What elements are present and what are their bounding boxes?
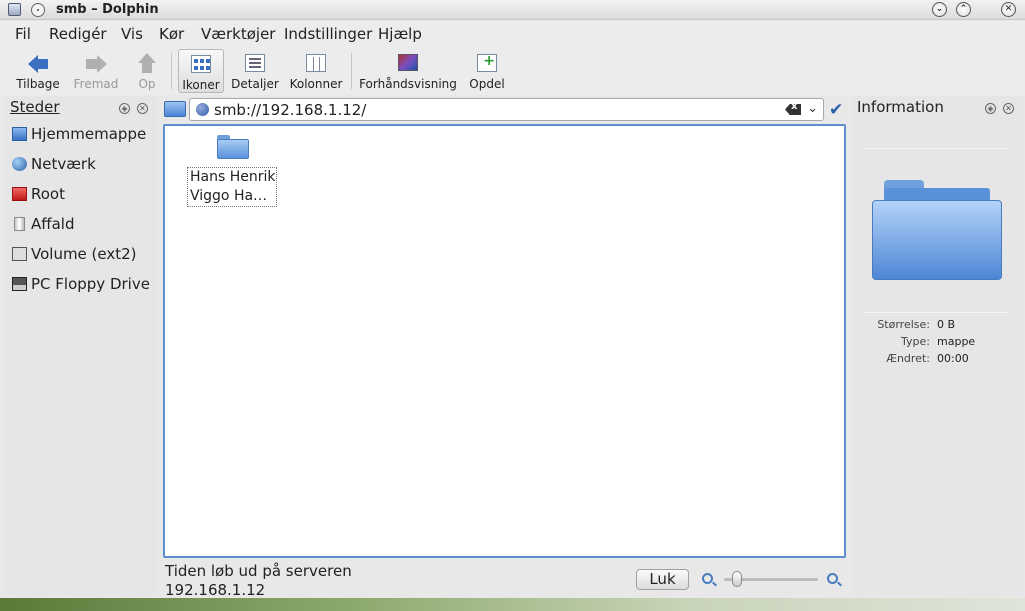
split-view-label: Opdel	[469, 77, 505, 91]
app-menu-icon[interactable]	[8, 3, 21, 16]
chevron-down-icon[interactable]: ⌄	[807, 101, 818, 116]
toolbar: Tilbage Fremad Op Ikoner Detaljer Kolonn…	[0, 47, 1025, 95]
columns-view-button[interactable]: Kolonner	[287, 49, 345, 93]
forward-label: Fremad	[73, 77, 119, 91]
information-panel: Information ◈ ✕ Størrelse: 0 B Type: mappe …	[852, 96, 1022, 596]
toolbar-separator	[171, 53, 172, 89]
location-folder-icon[interactable]	[164, 101, 186, 117]
details-view-button[interactable]: Detaljer	[229, 49, 281, 93]
icons-view-icon	[190, 54, 212, 76]
folder-item-label: Hans Henrik Viggo Ha…	[187, 167, 277, 207]
drive-icon	[12, 247, 27, 261]
checkmark-icon[interactable]: ✔	[829, 100, 843, 120]
network-icon	[12, 157, 27, 171]
icons-view-button[interactable]: Ikoner	[178, 49, 224, 93]
maximize-button[interactable]: ⌃	[956, 2, 971, 17]
split-view-icon	[476, 53, 498, 75]
back-button[interactable]: Tilbage	[12, 49, 64, 93]
status-line-1: Tiden løb ud på serveren	[165, 562, 352, 580]
details-view-label: Detaljer	[231, 77, 279, 91]
menu-help[interactable]: Hjælp	[378, 25, 422, 43]
back-label: Tilbage	[16, 77, 60, 91]
details-view-icon	[244, 53, 266, 75]
preview-label: Forhåndsvisning	[359, 77, 457, 91]
places-panel: Steder ◈ ✕ Hjemmemappe Netværk Root Affal…	[4, 96, 157, 596]
window-title: smb – Dolphin	[56, 2, 159, 17]
icons-view-label: Ikoner	[182, 78, 220, 92]
up-label: Op	[138, 77, 156, 91]
menu-file[interactable]: Fil	[15, 25, 31, 43]
columns-view-icon	[305, 53, 327, 75]
places-title: Steder	[10, 98, 60, 116]
sticky-icon[interactable]	[31, 3, 45, 17]
file-view[interactable]: Hans Henrik Viggo Ha…	[163, 124, 846, 558]
back-arrow-icon	[27, 53, 49, 75]
preview-icon	[397, 53, 419, 75]
status-message: Tiden løb ud på serveren 192.168.1.12	[165, 562, 352, 600]
up-button[interactable]: Op	[130, 49, 164, 93]
clear-location-icon[interactable]	[785, 104, 801, 115]
zoom-out-icon[interactable]	[702, 573, 713, 584]
panel-close-icon[interactable]: ✕	[1003, 103, 1014, 114]
information-title: Information	[857, 98, 944, 116]
minimize-button[interactable]: ⌄	[932, 2, 947, 17]
globe-icon	[196, 103, 209, 116]
close-message-button[interactable]: Luk	[636, 569, 689, 590]
split-view-button[interactable]: Opdel	[466, 49, 508, 93]
divider	[864, 312, 1009, 313]
menu-view[interactable]: Vis	[121, 25, 143, 43]
desktop-background	[0, 598, 1025, 611]
divider	[864, 148, 1009, 149]
root-folder-icon	[12, 187, 27, 201]
panel-float-icon[interactable]: ◈	[985, 103, 996, 114]
location-url[interactable]: smb://192.168.1.12/	[214, 101, 366, 119]
meta-size: Størrelse: 0 B	[877, 318, 956, 331]
menu-edit[interactable]: Redigér	[49, 25, 107, 43]
trash-icon	[14, 217, 25, 231]
toolbar-separator	[351, 53, 352, 89]
home-icon	[12, 127, 27, 141]
close-window-button[interactable]: ✕	[1001, 2, 1016, 17]
folder-item[interactable]: Hans Henrik Viggo Ha…	[187, 134, 277, 207]
folder-icon	[217, 135, 249, 159]
location-bar[interactable]: smb://192.168.1.12/ ⌄	[189, 98, 824, 121]
menu-settings[interactable]: Indstillinger	[284, 25, 372, 43]
folder-preview-icon	[872, 180, 1002, 280]
menu-go[interactable]: Kør	[159, 25, 184, 43]
forward-arrow-icon	[85, 53, 107, 75]
columns-view-label: Kolonner	[289, 77, 343, 91]
forward-button[interactable]: Fremad	[70, 49, 122, 93]
up-arrow-icon	[136, 53, 158, 75]
menu-tools[interactable]: Værktøjer	[201, 25, 275, 43]
title-bar: smb – Dolphin ⌄ ⌃ ✕	[0, 0, 1025, 20]
panel-float-icon[interactable]: ◈	[119, 103, 130, 114]
floppy-icon	[12, 277, 27, 291]
menu-bar: Fil Redigér Vis Kør Værktøjer Indstillin…	[0, 21, 1025, 47]
zoom-in-icon[interactable]	[827, 573, 838, 584]
preview-button[interactable]: Forhåndsvisning	[358, 49, 458, 93]
panel-close-icon[interactable]: ✕	[137, 103, 148, 114]
meta-type: Type: mappe	[901, 335, 976, 348]
meta-modified: Ændret: 00:00	[886, 352, 969, 365]
zoom-slider-handle[interactable]	[732, 571, 743, 587]
